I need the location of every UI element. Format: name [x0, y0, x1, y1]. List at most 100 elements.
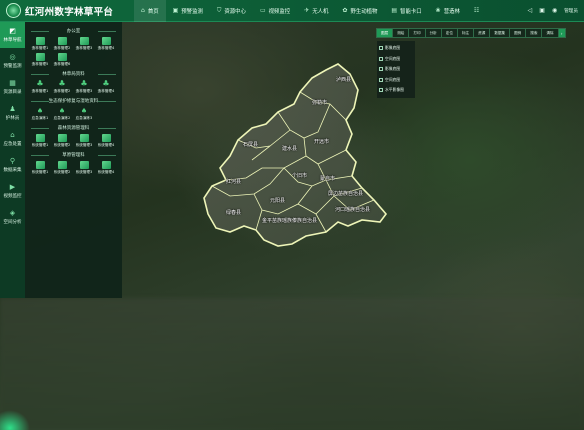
panel-tile[interactable]: ♣ 造林管理4 — [95, 80, 117, 94]
rail-item-emergency[interactable]: ⌂ 应急处置 — [0, 126, 25, 152]
rail-item-navigation[interactable]: ◩ 林草导航 — [0, 22, 25, 48]
catalog-icon: ▦ — [9, 79, 16, 87]
tile-label: 造林管理1 — [31, 89, 49, 93]
toolbar-tab[interactable]: 清除 — [542, 29, 559, 37]
panel-tile[interactable]: 系统管理3 — [73, 134, 95, 148]
layer-box-icon — [57, 53, 67, 61]
alert-monitor-icon: ▣ — [172, 7, 179, 14]
more-icon: ☷ — [473, 7, 480, 14]
panel-tile[interactable]: 系统管理1 — [29, 161, 51, 175]
toolbar-tab[interactable]: 图例 — [510, 29, 527, 37]
rail-item-catalog[interactable]: ▦ 资源目录 — [0, 74, 25, 100]
panel-tile[interactable]: 造林管理4 — [95, 37, 117, 51]
nav-video-monitor[interactable]: ▭ 视频监控 — [253, 0, 297, 22]
tree-icon: ♣ — [58, 79, 66, 88]
panel-tile[interactable]: ♠ 应急演练3 — [73, 107, 95, 121]
home-icon: ⌂ — [141, 7, 145, 14]
rail-item-data-collect[interactable]: ⚲ 数据采集 — [0, 152, 25, 178]
toolbar-tab[interactable]: 搜索 — [526, 29, 543, 37]
basemap-icon — [379, 88, 383, 93]
nav-wildlife[interactable]: ✿ 野生动植物 — [335, 0, 384, 22]
toolbar-tab[interactable]: 标注 — [458, 29, 475, 37]
panel-tile[interactable]: 造林管理2 — [51, 37, 73, 51]
county-label: 建水县 — [282, 146, 298, 152]
panel-tile[interactable]: ♣ 造林管理2 — [51, 80, 73, 94]
fullscreen-icon[interactable]: ▣ — [539, 7, 545, 14]
panel-tile[interactable]: ♣ 造林管理3 — [73, 80, 95, 94]
sound-icon[interactable]: ◁ — [528, 7, 533, 14]
toolbar-tab[interactable]: 资源 — [474, 29, 491, 37]
rail-label: 空间分析 — [3, 220, 22, 225]
basemap-icon — [379, 67, 383, 72]
tile-label: 造林管理4 — [97, 89, 115, 93]
basemap-icon — [379, 77, 383, 82]
panel-tile[interactable]: 系统管理2 — [51, 161, 73, 175]
spatial-analysis-icon: ◈ — [9, 209, 16, 217]
toolbar-tab[interactable]: 测绘 — [393, 29, 410, 37]
nav-resource-center[interactable]: ⛉ 资源中心 — [210, 0, 253, 22]
toolbar-tab[interactable]: 定位 — [442, 29, 458, 37]
video-icon: ▶ — [9, 183, 16, 191]
grassland-icon — [101, 161, 111, 169]
layer-box-icon — [35, 53, 45, 61]
section-grid: ♠ 应急演练1 ♠ 应急演练2 ♠ 应急演练3 — [29, 107, 118, 121]
layer-menu-item[interactable]: 影像底图 — [379, 43, 413, 54]
drone-icon: ✈ — [304, 7, 310, 14]
map-toolbar: 图层 测绘 打印 分析 定位 标注 资源 数据集 图例 搜索 清除 › — [376, 28, 566, 38]
nav-alert-monitor[interactable]: ▣ 预警监测 — [166, 0, 210, 22]
nav-label: 野生动植物 — [350, 8, 378, 15]
layer-menu-item[interactable]: 影像底图 — [379, 64, 413, 75]
panel-tile[interactable]: 造林管理5 — [29, 53, 51, 67]
toolbar-tab[interactable]: 打印 — [409, 29, 426, 37]
panel-tile[interactable]: 造林管理3 — [73, 37, 95, 51]
panel-tile[interactable]: ♠ 应急演练2 — [51, 107, 73, 121]
section-title: 生态保护修复与湿地资料 — [29, 98, 118, 104]
tile-label: 应急演练3 — [75, 116, 93, 120]
toolbar-collapse-icon[interactable]: › — [558, 29, 565, 37]
nav-more[interactable]: ☷ — [467, 0, 486, 22]
user-name[interactable]: 管理员 — [564, 8, 578, 14]
resource-icon — [79, 134, 89, 142]
panel-tile[interactable]: ♣ 造林管理1 — [29, 80, 51, 94]
toolbar-tab-layers[interactable]: 图层 — [377, 29, 394, 37]
resource-icon — [35, 134, 45, 142]
app-title: 红河州数字林草平台 — [25, 6, 114, 18]
county-label: 元阳县 — [270, 198, 286, 204]
user-avatar-icon[interactable]: ◉ — [552, 7, 557, 14]
layer-box-icon — [35, 37, 45, 45]
panel-tile[interactable]: 系统管理2 — [51, 134, 73, 148]
nav-drone[interactable]: ✈ 无人机 — [297, 0, 335, 22]
nav-afforestation[interactable]: ❀ 营造林 — [429, 0, 467, 22]
tile-label: 系统管理2 — [53, 170, 71, 174]
ranger-icon: ♟ — [9, 105, 16, 113]
rail-label: 视频监控 — [3, 194, 22, 199]
nav-checkpoint[interactable]: ▤ 智能卡口 — [384, 0, 428, 22]
panel-tile[interactable]: ♠ 应急演练1 — [29, 107, 51, 121]
rail-item-video[interactable]: ▶ 视频监控 — [0, 178, 25, 204]
toolbar-tab[interactable]: 分析 — [426, 29, 442, 37]
tile-label: 造林管理2 — [53, 46, 71, 50]
tile-label: 系统管理3 — [75, 143, 93, 147]
rail-item-ranger[interactable]: ♟ 护林员 — [0, 100, 25, 126]
panel-tile[interactable]: 系统管理4 — [95, 161, 117, 175]
panel-tile[interactable]: 系统管理3 — [73, 161, 95, 175]
rail-item-spatial[interactable]: ◈ 空间分析 — [0, 204, 25, 230]
nav-home[interactable]: ⌂ 首页 — [134, 0, 166, 22]
panel-tile[interactable]: 造林管理6 — [51, 53, 73, 67]
toolbar-tab[interactable]: 数据集 — [490, 29, 511, 37]
panel-tile[interactable]: 系统管理4 — [95, 134, 117, 148]
menu-label: 水平影像图 — [385, 87, 404, 93]
layer-menu-item[interactable]: 空间底图 — [379, 54, 413, 65]
panel-tile[interactable]: 系统管理1 — [29, 134, 51, 148]
panel-tile[interactable]: 造林管理1 — [29, 37, 51, 51]
layer-menu-item[interactable]: 空间底图 — [379, 75, 413, 86]
rail-item-alert[interactable]: ◎ 预警监测 — [0, 48, 25, 74]
section-title: 林草局资料 — [29, 71, 118, 77]
layer-box-icon — [79, 37, 89, 45]
basemap-icon — [379, 56, 383, 61]
layer-menu-item[interactable]: 水平影像图 — [379, 85, 413, 96]
resource-icon — [101, 134, 111, 142]
tile-label: 系统管理3 — [75, 170, 93, 174]
resource-icon — [57, 134, 67, 142]
tile-label: 系统管理1 — [31, 143, 49, 147]
